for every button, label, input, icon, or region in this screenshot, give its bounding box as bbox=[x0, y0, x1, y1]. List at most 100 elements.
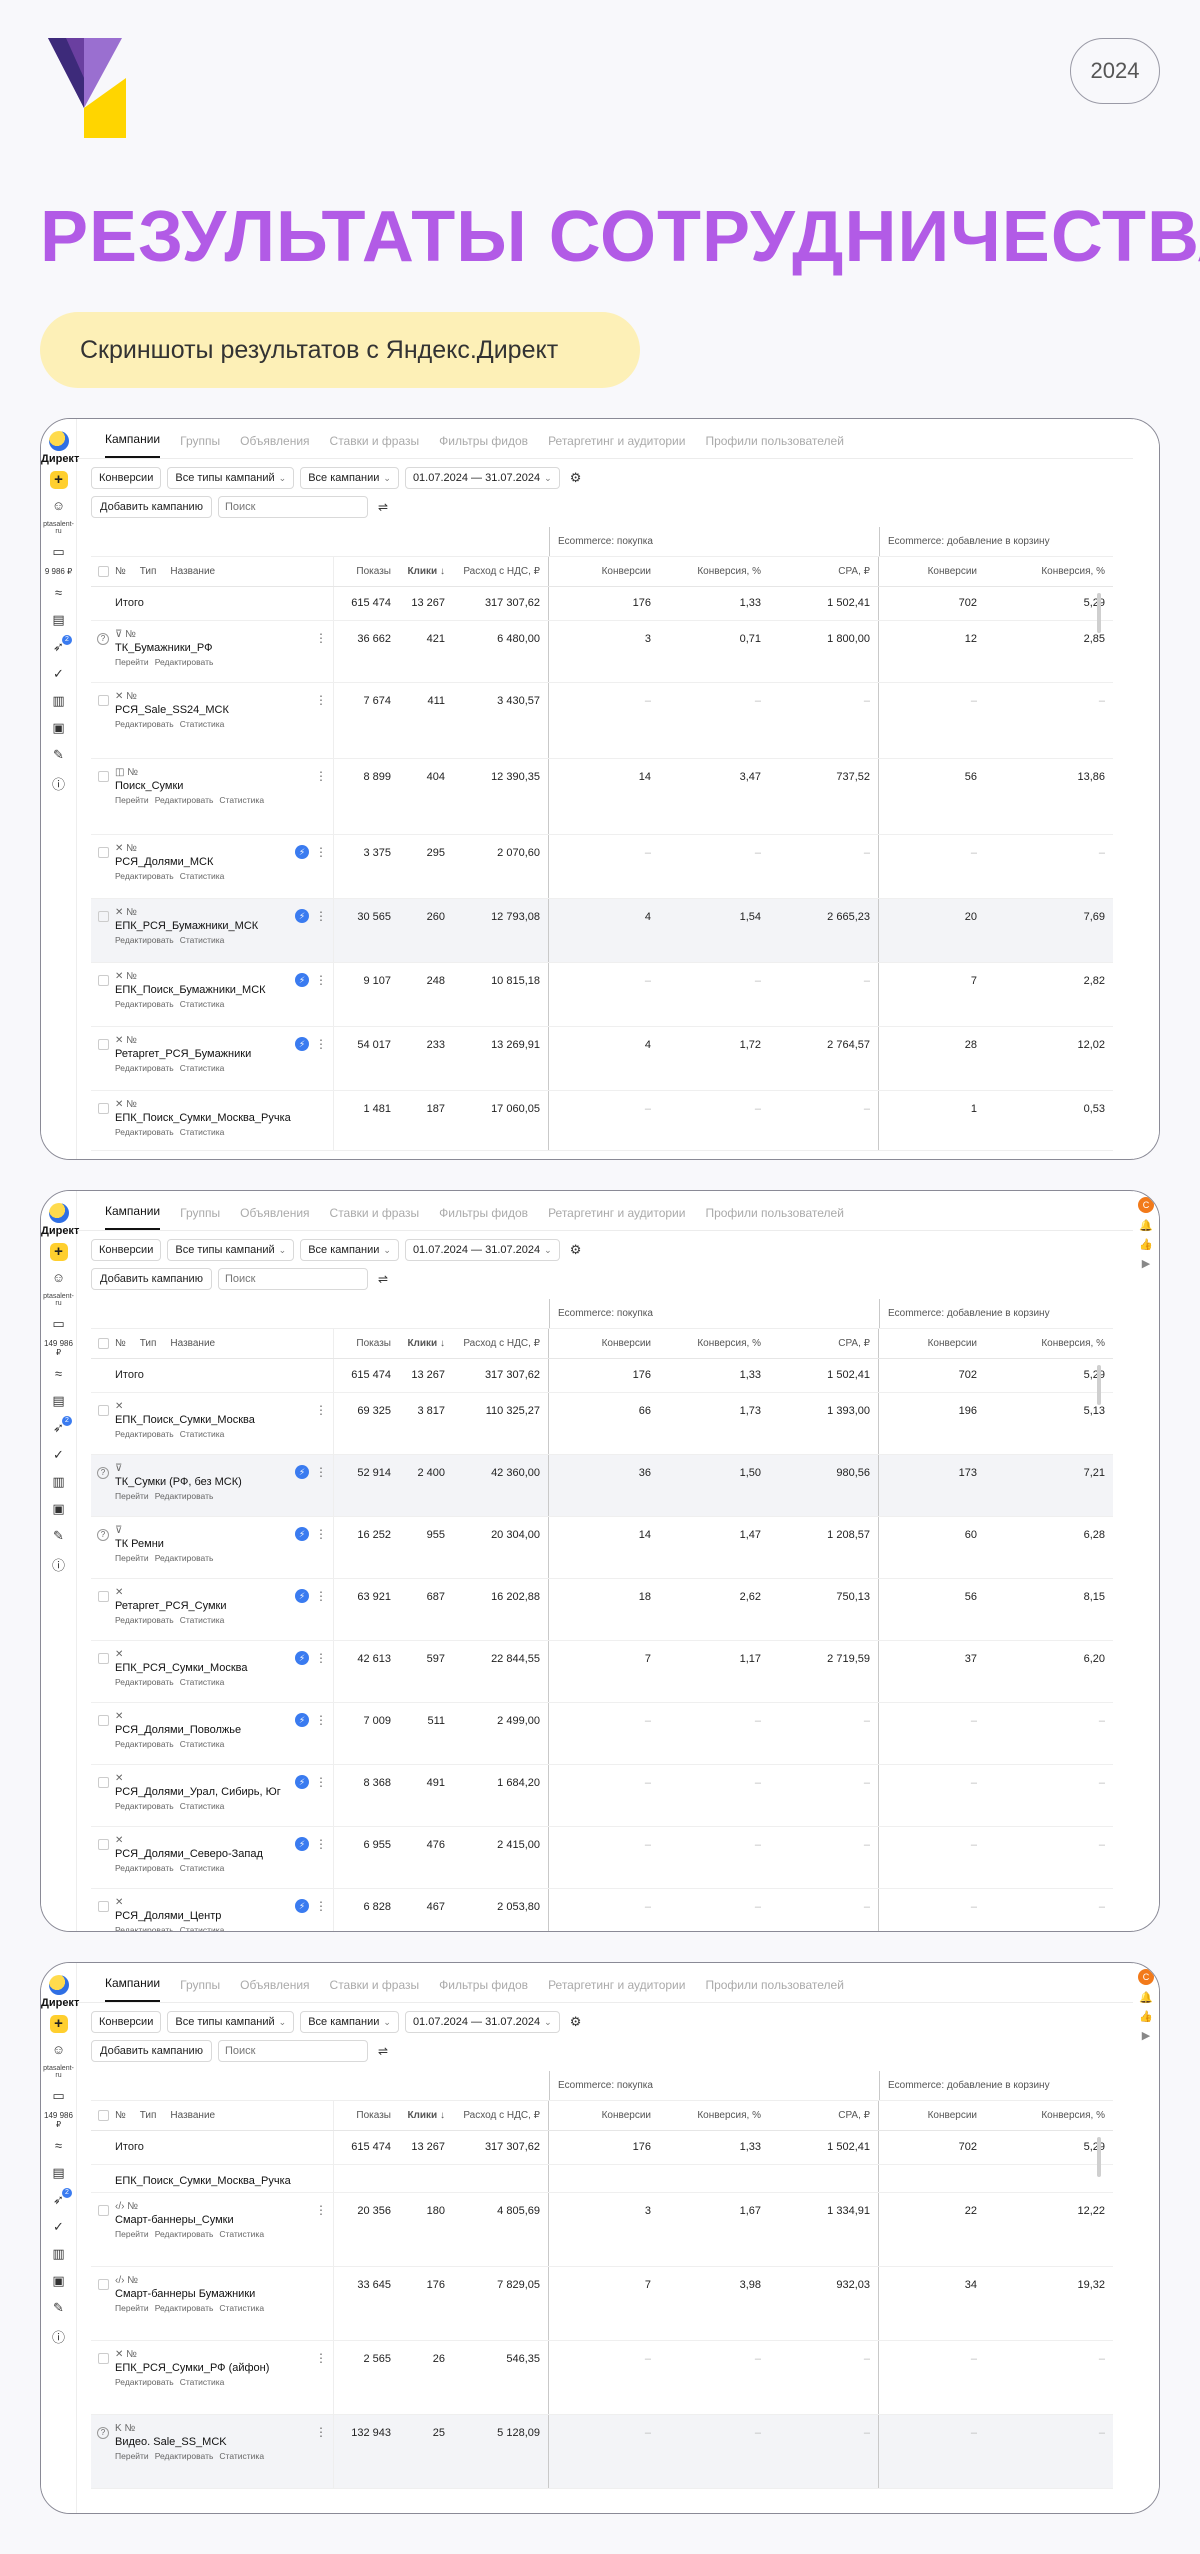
wave-icon[interactable]: ≈ bbox=[41, 585, 76, 603]
more-icon[interactable]: ⋮ bbox=[315, 1837, 327, 1851]
col-conv-header[interactable]: Конверсии bbox=[549, 1329, 659, 1358]
col-name-header[interactable]: Название bbox=[170, 566, 215, 577]
col-cr-header[interactable]: Конверсия, % bbox=[659, 557, 769, 586]
filter-settings-icon[interactable]: ⇌ bbox=[378, 2044, 388, 2058]
table-icon[interactable]: ▤ bbox=[41, 612, 76, 630]
link-stats[interactable]: Статистика bbox=[180, 1429, 225, 1439]
checkbox[interactable] bbox=[97, 2205, 109, 2216]
row-select[interactable] bbox=[91, 2341, 115, 2414]
table-row[interactable]: ✕ № ЕПК_РСЯ_Бумажники_МСК Редактировать Ста… bbox=[91, 899, 1113, 963]
link-stats[interactable]: Статистика bbox=[180, 1615, 225, 1625]
filter-conversions-select[interactable]: Конверсии bbox=[91, 1239, 162, 1261]
like-icon[interactable]: 👍 bbox=[1133, 1238, 1159, 1251]
row-select[interactable]: ? bbox=[91, 1517, 115, 1578]
link-go[interactable]: Перейти bbox=[115, 2229, 149, 2239]
more-icon[interactable]: ⋮ bbox=[315, 1899, 327, 1913]
user-avatar[interactable]: С bbox=[1138, 1969, 1154, 1985]
tab-5[interactable]: Ретаргетинг и аудитории bbox=[548, 434, 685, 458]
col-conv-header[interactable]: Конверсии bbox=[549, 557, 659, 586]
table-row[interactable]: ? ⊽ ТК_Сумки (РФ, без МСК) Перейти Редактиро… bbox=[91, 1455, 1113, 1517]
campaign-name-link[interactable]: Смарт-баннеры Бумажники bbox=[115, 2288, 255, 2300]
link-stats[interactable]: Статистика bbox=[180, 2377, 225, 2387]
row-select[interactable] bbox=[91, 835, 115, 898]
table-row[interactable]: ‹/› № Смарт-баннеры_Сумки Перейти Редактиро… bbox=[91, 2193, 1113, 2267]
link-edit[interactable]: Редактировать bbox=[115, 1615, 174, 1625]
link-edit[interactable]: Редактировать bbox=[115, 1739, 174, 1749]
table-icon[interactable]: ▤ bbox=[41, 2165, 76, 2183]
wallet-icon[interactable]: ▭ bbox=[41, 1316, 76, 1334]
link-go[interactable]: Перейти bbox=[115, 1553, 149, 1563]
link-stats[interactable]: Статистика bbox=[180, 1677, 225, 1687]
link-stats[interactable]: Статистика bbox=[180, 999, 225, 1009]
autopilot-bolt-icon[interactable]: ⚡ bbox=[295, 1651, 309, 1665]
row-select[interactable] bbox=[91, 899, 115, 962]
link-stats[interactable]: Статистика bbox=[180, 1925, 225, 1931]
link-stats[interactable]: Статистика bbox=[180, 1739, 225, 1749]
briefcase-icon[interactable]: ▣ bbox=[41, 1501, 76, 1519]
link-edit[interactable]: Редактировать bbox=[115, 1925, 174, 1931]
add-campaign-button[interactable]: Добавить кампанию bbox=[91, 1268, 212, 1290]
tab-4[interactable]: Фильтры фидов bbox=[439, 1206, 528, 1230]
campaign-name-link[interactable]: ЕПК_Поиск_Бумажники_МСК bbox=[115, 984, 266, 996]
autopilot-bolt-icon[interactable]: ⚡ bbox=[295, 909, 309, 923]
campaign-name-link[interactable]: ТК_Сумки (РФ, без МСК) bbox=[115, 1476, 242, 1488]
select-all-checkbox[interactable] bbox=[91, 2101, 115, 2130]
col-type-header[interactable]: Тип bbox=[140, 566, 157, 577]
check-icon[interactable]: ✓ bbox=[41, 1447, 76, 1465]
rocket-icon[interactable]: ➶ 2 bbox=[41, 2188, 76, 2210]
campaign-name-link[interactable]: Ретаргет_РСЯ_Бумажники bbox=[115, 1048, 251, 1060]
row-select[interactable]: ? bbox=[91, 621, 115, 682]
tab-0[interactable]: Кампании bbox=[105, 432, 161, 458]
filter-settings-icon[interactable]: ⇌ bbox=[378, 500, 388, 514]
play-icon[interactable]: ▶ bbox=[1133, 1257, 1159, 1270]
wave-icon[interactable]: ≈ bbox=[41, 1366, 76, 1384]
table-row[interactable]: ✕ Ретаргет_РСЯ_Сумки Редактировать Статисти… bbox=[91, 1579, 1113, 1641]
filter-campaigns-select[interactable]: Все кампании ⌄ bbox=[300, 2011, 399, 2033]
more-icon[interactable]: ⋮ bbox=[315, 973, 327, 987]
tab-0[interactable]: Кампании bbox=[105, 1204, 161, 1230]
chart-icon[interactable]: ▥ bbox=[41, 693, 76, 711]
checkbox[interactable] bbox=[97, 975, 109, 986]
play-icon[interactable]: ▶ bbox=[1133, 2029, 1159, 2042]
campaign-name-link[interactable]: ТК_Бумажники_РФ bbox=[115, 642, 213, 654]
more-icon[interactable]: ⋮ bbox=[315, 1589, 327, 1603]
row-select[interactable] bbox=[91, 1579, 115, 1640]
user-avatar[interactable]: С bbox=[1138, 1197, 1154, 1213]
link-stats[interactable]: Статистика bbox=[180, 1801, 225, 1811]
help-icon[interactable]: ? bbox=[97, 2427, 109, 2439]
table-row[interactable]: ? ⊽ ТК Ремни Перейти Редактировать ⚡ ⋮ 16 252 95… bbox=[91, 1517, 1113, 1579]
filter-conversions-select[interactable]: Конверсии bbox=[91, 467, 162, 489]
link-stats[interactable]: Статистика bbox=[219, 2451, 264, 2461]
col-cost-header[interactable]: Расход с НДС, ₽ bbox=[453, 1329, 549, 1358]
table-row[interactable]: ◫ № Поиск_Сумки Перейти Редактировать Статис… bbox=[91, 759, 1113, 835]
more-icon[interactable]: ⋮ bbox=[315, 1037, 327, 1051]
wallet-icon[interactable]: ▭ bbox=[41, 544, 76, 562]
col-cr-header[interactable]: Конверсия, % bbox=[659, 1329, 769, 1358]
more-icon[interactable]: ⋮ bbox=[315, 1651, 327, 1665]
col-cr2-header[interactable]: Конверсия, % bbox=[985, 1329, 1113, 1358]
direct-logo-icon[interactable] bbox=[48, 1975, 69, 1995]
col-cpa-header[interactable]: CPA, ₽ bbox=[769, 2101, 879, 2130]
briefcase-icon[interactable]: ▣ bbox=[41, 720, 76, 738]
link-stats[interactable]: Статистика bbox=[180, 1127, 225, 1137]
checkbox[interactable] bbox=[97, 1103, 109, 1114]
table-row[interactable]: ✕ ЕПК_Поиск_Сумки_Москва Редактировать Стат… bbox=[91, 1393, 1113, 1455]
col-number-header[interactable]: № bbox=[115, 1338, 126, 1349]
add-campaign-button[interactable]: Добавить кампанию bbox=[91, 496, 212, 518]
link-edit[interactable]: Редактировать bbox=[155, 2451, 214, 2461]
more-icon[interactable]: ⋮ bbox=[315, 909, 327, 923]
campaign-name-link[interactable]: РСЯ_Долями_МСК bbox=[115, 856, 213, 868]
col-clicks-header[interactable]: Клики ↓ bbox=[399, 2101, 453, 2130]
checkbox[interactable] bbox=[97, 566, 109, 577]
tab-1[interactable]: Группы bbox=[180, 1206, 220, 1230]
row-select[interactable] bbox=[91, 1827, 115, 1888]
rocket-icon[interactable]: ➶ 2 bbox=[41, 635, 76, 657]
date-range-select[interactable]: 01.07.2024 — 31.07.2024 ⌄ bbox=[404, 467, 560, 489]
autopilot-bolt-icon[interactable]: ⚡ bbox=[295, 1837, 309, 1851]
link-edit[interactable]: Редактировать bbox=[155, 657, 214, 667]
direct-logo-icon[interactable] bbox=[48, 1203, 69, 1223]
gear-icon[interactable]: ⚙ bbox=[570, 1242, 582, 1258]
row-select[interactable] bbox=[91, 683, 115, 758]
link-edit[interactable]: Редактировать bbox=[115, 1429, 174, 1439]
col-cr2-header[interactable]: Конверсия, % bbox=[985, 557, 1113, 586]
